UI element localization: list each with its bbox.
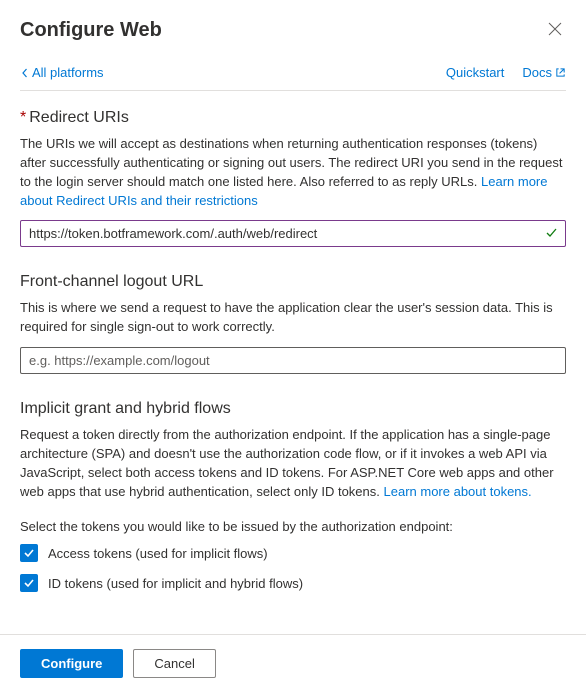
external-link-icon [555, 67, 566, 78]
docs-link[interactable]: Docs [522, 65, 566, 80]
id-tokens-label: ID tokens (used for implicit and hybrid … [48, 576, 303, 591]
docs-label: Docs [522, 65, 552, 80]
configure-button[interactable]: Configure [20, 649, 123, 678]
cancel-button[interactable]: Cancel [133, 649, 215, 678]
close-icon[interactable] [544, 18, 566, 43]
redirect-uris-heading: *Redirect URIs [20, 109, 566, 127]
check-icon [23, 547, 35, 559]
redirect-uris-description: The URIs we will accept as destinations … [20, 135, 566, 210]
logout-url-input[interactable] [20, 347, 566, 374]
back-all-platforms-link[interactable]: All platforms [20, 65, 104, 80]
id-tokens-checkbox[interactable] [20, 574, 38, 592]
chevron-left-icon [20, 68, 30, 78]
implicit-grant-description: Request a token directly from the author… [20, 426, 566, 501]
access-tokens-checkbox[interactable] [20, 544, 38, 562]
select-tokens-label: Select the tokens you would like to be i… [20, 519, 566, 534]
redirect-uri-input[interactable] [20, 220, 566, 247]
quickstart-link[interactable]: Quickstart [446, 65, 505, 80]
access-tokens-label: Access tokens (used for implicit flows) [48, 546, 268, 561]
logout-url-description: This is where we send a request to have … [20, 299, 566, 337]
tokens-learn-more-link[interactable]: Learn more about tokens. [384, 484, 532, 499]
implicit-grant-heading: Implicit grant and hybrid flows [20, 400, 566, 418]
page-title: Configure Web [20, 19, 162, 42]
back-label: All platforms [32, 65, 104, 80]
logout-url-heading: Front-channel logout URL [20, 273, 566, 291]
checkmark-icon [545, 226, 558, 242]
required-asterisk: * [20, 109, 26, 126]
check-icon [23, 577, 35, 589]
